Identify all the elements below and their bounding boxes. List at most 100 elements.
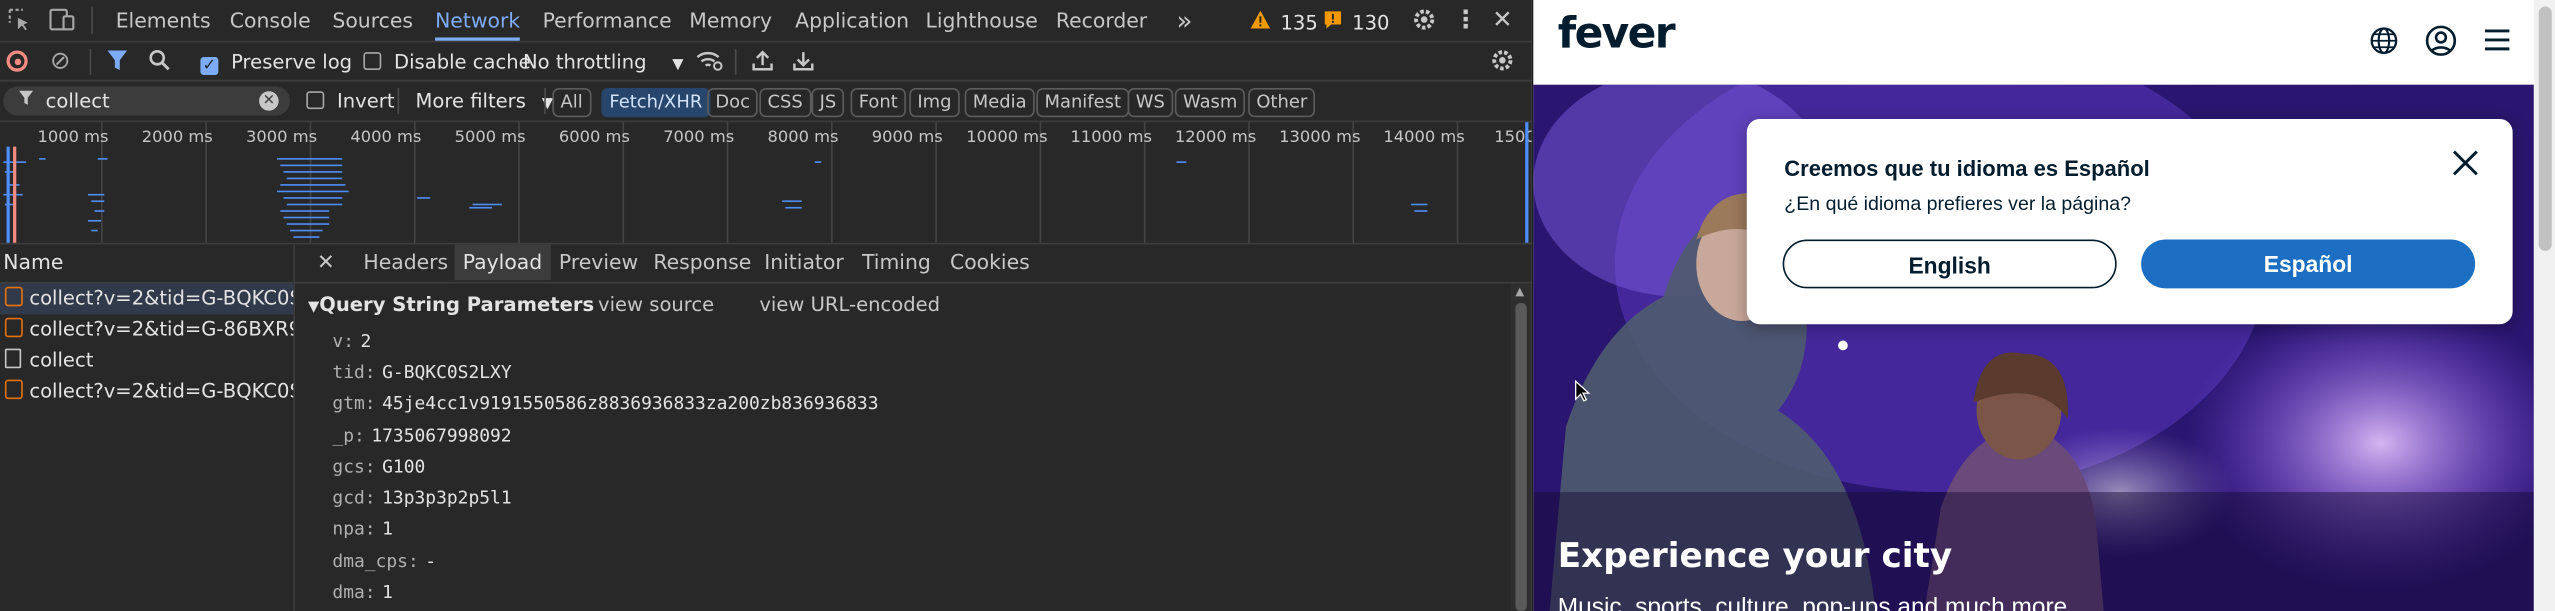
network-settings-gear-icon[interactable]	[1488, 47, 1517, 81]
clear-filter-icon[interactable]: ✕	[259, 91, 279, 111]
filter-input[interactable]: collect	[46, 90, 110, 113]
network-conditions-icon[interactable]	[694, 49, 723, 80]
filter-type-fetch-xhr[interactable]: Fetch/XHR	[601, 87, 711, 118]
tab-initiator[interactable]: Initiator	[764, 244, 844, 280]
tab-lighthouse[interactable]: Lighthouse	[926, 0, 1038, 41]
issues-counter[interactable]: 130	[1323, 10, 1390, 34]
detail-scrollbar[interactable]: ▲	[1510, 283, 1532, 611]
filter-bar: collect ✕ Invert More filters ▼ All Fetc…	[0, 81, 1532, 123]
scrollbar-thumb[interactable]	[1515, 303, 1527, 611]
divider	[294, 281, 1532, 284]
timeline-request-bar	[277, 190, 349, 193]
tab-memory[interactable]: Memory	[689, 0, 772, 41]
tab-timing[interactable]: Timing	[862, 244, 931, 280]
tab-cookies[interactable]: Cookies	[950, 244, 1030, 280]
timeline-request-bar	[785, 206, 802, 209]
request-row-selected[interactable]: collect?v=2&tid=G-BQKC0S2L...	[0, 283, 294, 315]
tab-payload[interactable]: Payload	[454, 244, 551, 281]
search-icon[interactable]	[147, 49, 173, 80]
page-scrollbar[interactable]	[2533, 0, 2555, 611]
record-icon[interactable]	[6, 50, 28, 72]
network-overview-timeline[interactable]: 1000 ms 2000 ms 3000 ms 4000 ms 5000 ms …	[0, 122, 1532, 245]
divider	[91, 6, 93, 35]
dom-content-loaded-marker	[6, 146, 10, 243]
filter-type-media[interactable]: Media	[964, 87, 1035, 118]
more-options-icon[interactable]: ⋮	[1453, 7, 1477, 33]
more-filters-dropdown[interactable]: More filters ▼	[416, 90, 554, 113]
issue-icon	[1324, 11, 1342, 29]
request-row[interactable]: collect?v=2&tid=G-BQKC0S2L...	[0, 376, 293, 407]
warnings-counter[interactable]: 135	[1250, 10, 1318, 34]
invert-checkbox[interactable]: Invert	[306, 90, 395, 112]
timeline-request-bar	[97, 158, 108, 160]
request-row[interactable]: collect?v=2&tid=G-86BXR9P1...	[0, 314, 293, 345]
tab-performance[interactable]: Performance	[543, 0, 672, 41]
filter-type-ws[interactable]: WS	[1127, 87, 1173, 118]
request-detail-pane: ✕ Headers Payload Preview Response Initi…	[294, 244, 1532, 611]
tab-headers[interactable]: Headers	[363, 244, 448, 280]
query-string-section-header[interactable]: ▼Query String Parameters	[308, 293, 594, 316]
view-source-link[interactable]: view source	[598, 293, 714, 316]
fever-logo[interactable]: fever	[1558, 10, 1676, 59]
tab-elements[interactable]: Elements	[116, 0, 211, 41]
english-button[interactable]: English	[1782, 239, 2117, 289]
close-modal-icon[interactable]	[2451, 148, 2480, 185]
clear-icon[interactable]: ⊘	[47, 47, 73, 73]
filter-type-js[interactable]: JS	[811, 87, 845, 118]
timeline-tick-label: 10000 ms	[966, 128, 1048, 147]
site-header: fever	[1533, 0, 2534, 85]
spanish-button[interactable]: Español	[2141, 239, 2476, 289]
filter-type-wasm[interactable]: Wasm	[1174, 87, 1246, 118]
fetch-request-icon	[4, 379, 23, 400]
tab-sources[interactable]: Sources	[332, 0, 413, 41]
settings-gear-icon[interactable]	[1409, 7, 1438, 41]
filter-funnel-icon	[16, 88, 36, 114]
disable-cache-checkbox[interactable]: Disable cache	[363, 51, 531, 73]
close-devtools-icon[interactable]: ✕	[1489, 7, 1515, 33]
document-icon	[4, 348, 22, 369]
tab-response[interactable]: Response	[653, 244, 751, 280]
timeline-request-bar	[277, 158, 343, 160]
device-toolbar-icon[interactable]	[49, 8, 75, 39]
export-har-icon[interactable]	[790, 49, 816, 80]
filter-type-css[interactable]: CSS	[759, 87, 811, 118]
timeline-request-bar	[286, 177, 343, 180]
throttling-select[interactable]: No throttling ▼	[523, 51, 684, 74]
timeline-tick-label: 9000 ms	[871, 128, 943, 147]
dropdown-arrow-icon: ▼	[672, 57, 684, 74]
tab-console[interactable]: Console	[230, 0, 311, 41]
request-row[interactable]: collect	[0, 345, 293, 376]
tab-application[interactable]: Application	[795, 0, 909, 41]
filter-type-all[interactable]: All	[552, 87, 591, 118]
tab-preview[interactable]: Preview	[559, 244, 638, 280]
param-row: tid: G-BQKC0S2LXY	[332, 361, 512, 383]
view-url-encoded-link[interactable]: view URL-encoded	[759, 293, 940, 316]
timeline-request-bar	[290, 229, 323, 232]
import-har-icon[interactable]	[750, 49, 776, 80]
divider	[544, 87, 546, 115]
preserve-log-checkbox[interactable]: ✓ Preserve log	[200, 51, 352, 75]
timeline-end-marker	[1525, 122, 1529, 243]
timeline-tick-label: 11000 ms	[1070, 128, 1152, 147]
filter-type-other[interactable]: Other	[1248, 87, 1316, 118]
filter-type-img[interactable]: Img	[909, 87, 960, 118]
filter-type-manifest[interactable]: Manifest	[1036, 87, 1130, 118]
name-column-header[interactable]: Name	[3, 249, 63, 273]
globe-icon[interactable]	[2369, 26, 2398, 63]
user-account-icon[interactable]	[2425, 24, 2458, 65]
tab-network[interactable]: Network	[435, 0, 521, 41]
scroll-up-arrow-icon[interactable]: ▲	[1515, 285, 1524, 298]
timeline-request-bar	[782, 200, 802, 203]
tab-recorder[interactable]: Recorder	[1056, 0, 1147, 41]
filter-type-doc[interactable]: Doc	[707, 87, 759, 118]
filter-icon[interactable]	[104, 49, 130, 80]
page-scrollbar-thumb[interactable]	[2538, 6, 2552, 251]
filter-input-container[interactable]: collect ✕	[3, 86, 291, 116]
hamburger-menu-icon[interactable]	[2483, 28, 2511, 61]
close-detail-icon[interactable]: ✕	[314, 251, 337, 277]
load-event-marker	[13, 146, 17, 243]
timeline-request-bar	[283, 197, 343, 199]
inspect-element-icon[interactable]	[7, 8, 33, 39]
filter-type-font[interactable]: Font	[850, 87, 906, 118]
more-tabs-button[interactable]: »	[1176, 0, 1192, 41]
